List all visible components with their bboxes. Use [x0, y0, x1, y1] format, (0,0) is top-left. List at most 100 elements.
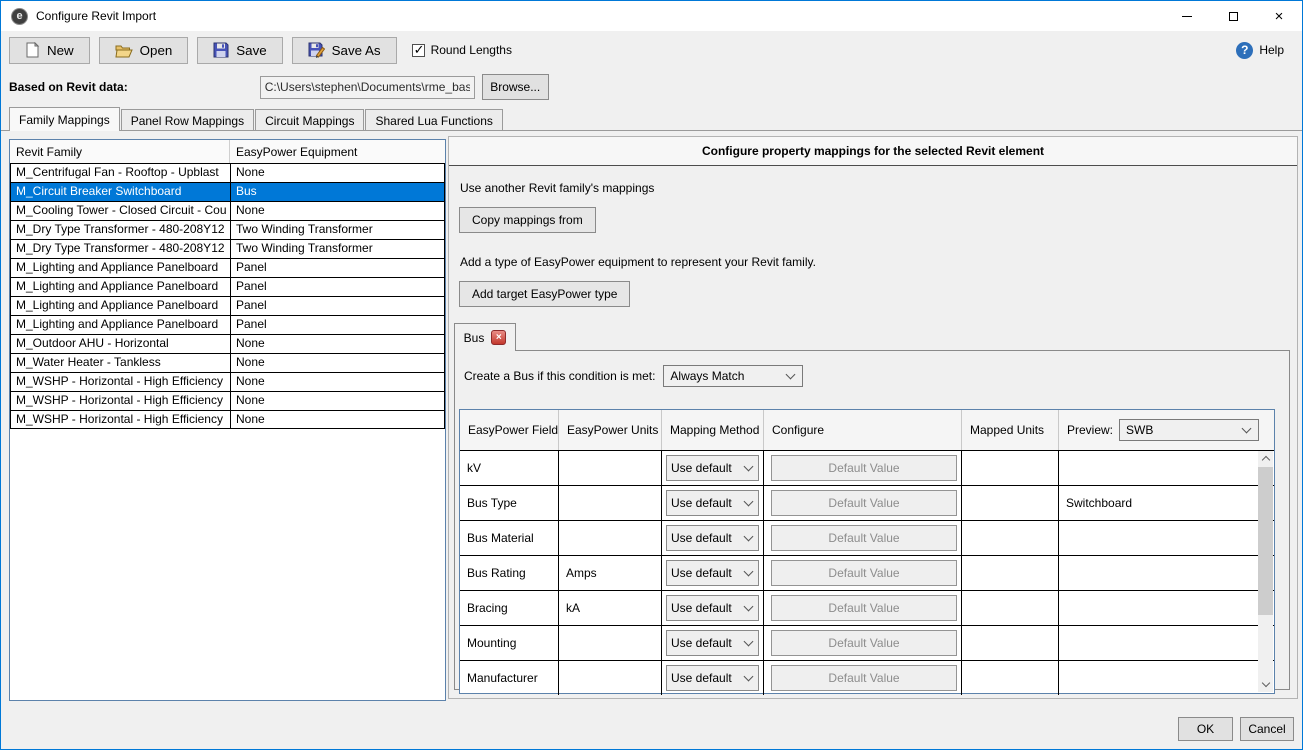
vertical-scrollbar[interactable]: [1258, 451, 1273, 692]
maximize-button[interactable]: [1210, 1, 1256, 31]
chevron-down-icon: [1242, 424, 1252, 434]
revit-data-path-input[interactable]: [260, 76, 475, 99]
tab-circuit-mappings[interactable]: Circuit Mappings: [255, 109, 364, 131]
table-row[interactable]: M_WSHP - Horizontal - High EfficiencyNon…: [10, 410, 445, 429]
table-row[interactable]: M_Dry Type Transformer - 480-208Y12Two W…: [10, 220, 445, 239]
help-button[interactable]: ? Help: [1236, 42, 1284, 59]
chevron-down-icon: [744, 672, 754, 682]
open-button[interactable]: Open: [99, 37, 189, 64]
cancel-button[interactable]: Cancel: [1240, 717, 1294, 741]
table-row[interactable]: M_WSHP - Horizontal - High EfficiencyNon…: [10, 391, 445, 410]
preview-dropdown[interactable]: SWB: [1119, 419, 1259, 441]
mapping-method-dropdown[interactable]: Use default: [666, 455, 759, 481]
chevron-down-icon: [786, 370, 796, 380]
scrollbar-thumb[interactable]: [1258, 467, 1273, 615]
table-row[interactable]: M_Lighting and Appliance PanelboardPanel: [10, 315, 445, 334]
property-mapping-table: EasyPower Field EasyPower Units Mapping …: [459, 409, 1275, 694]
condition-label: Create a Bus if this condition is met:: [464, 369, 655, 383]
mapping-method-dropdown[interactable]: Use default: [666, 525, 759, 551]
toolbar: New Open Save Save As ✓ Round Lengths ? …: [1, 31, 1302, 69]
revit-data-row: Based on Revit data: Browse...: [1, 69, 1302, 105]
scroll-up-button[interactable]: [1258, 451, 1273, 466]
table-row[interactable]: M_Cooling Tower - Closed Circuit - CouNo…: [10, 201, 445, 220]
mapping-method-dropdown[interactable]: Use default: [666, 560, 759, 586]
default-value-button: Default Value: [771, 630, 957, 656]
bus-tab-label: Bus: [464, 331, 485, 345]
chevron-down-icon: [1261, 679, 1269, 687]
chevron-up-icon: [1261, 456, 1269, 464]
column-header-revit-family[interactable]: Revit Family: [10, 140, 230, 163]
configure-revit-import-window: e Configure Revit Import × New Open Save…: [0, 0, 1303, 750]
use-another-mappings-text: Use another Revit family's mappings: [460, 181, 654, 195]
open-folder-icon: [115, 43, 133, 58]
default-value-button: Default Value: [771, 490, 957, 516]
minimize-icon: [1182, 16, 1192, 17]
column-header-easypower-equipment[interactable]: EasyPower Equipment: [230, 140, 445, 163]
default-value-button: Default Value: [771, 665, 957, 691]
table-row[interactable]: M_Centrifugal Fan - Rooftop - UpblastNon…: [10, 163, 445, 182]
new-button[interactable]: New: [9, 37, 90, 64]
mapping-row-bracing: Bracing kA Use default Default Value: [460, 590, 1274, 625]
help-label: Help: [1259, 43, 1284, 57]
mapping-method-dropdown[interactable]: Use default: [666, 490, 759, 516]
chevron-down-icon: [744, 567, 754, 577]
minimize-button[interactable]: [1164, 1, 1210, 31]
default-value-button: Default Value: [771, 525, 957, 551]
chevron-down-icon: [744, 532, 754, 542]
save-button[interactable]: Save: [197, 37, 282, 64]
browse-button[interactable]: Browse...: [482, 74, 549, 100]
table-row-selected[interactable]: M_Circuit Breaker SwitchboardBus: [10, 182, 445, 201]
table-row[interactable]: M_Water Heater - TanklessNone: [10, 353, 445, 372]
save-as-button[interactable]: Save As: [292, 37, 397, 64]
property-mappings-groupbox: Configure property mappings for the sele…: [448, 136, 1298, 699]
new-document-icon: [25, 42, 40, 58]
table-row[interactable]: M_Lighting and Appliance PanelboardPanel: [10, 296, 445, 315]
bus-tab-content: Create a Bus if this condition is met: A…: [454, 350, 1290, 690]
family-mappings-panel: Revit Family EasyPower Equipment M_Centr…: [1, 130, 1302, 701]
titlebar: e Configure Revit Import ×: [1, 1, 1302, 31]
add-equipment-type-text: Add a type of EasyPower equipment to rep…: [460, 255, 816, 269]
tab-family-mappings[interactable]: Family Mappings: [9, 107, 120, 131]
add-target-easypower-type-button[interactable]: Add target EasyPower type: [459, 281, 630, 307]
copy-mappings-from-button[interactable]: Copy mappings from: [459, 207, 596, 233]
main-tabstrip: Family Mappings Panel Row Mappings Circu…: [1, 105, 1302, 131]
scroll-down-button[interactable]: [1258, 677, 1273, 692]
mapping-method-dropdown[interactable]: Use default: [666, 595, 759, 621]
table-row[interactable]: M_Outdoor AHU - HorizontalNone: [10, 334, 445, 353]
table-row[interactable]: M_Dry Type Transformer - 480-208Y12Two W…: [10, 239, 445, 258]
tab-shared-lua-functions[interactable]: Shared Lua Functions: [365, 109, 502, 131]
close-tab-icon[interactable]: ×: [491, 330, 506, 345]
save-icon: [213, 42, 229, 58]
round-lengths-checkbox[interactable]: ✓ Round Lengths: [412, 43, 512, 57]
checkmark-icon: ✓: [414, 42, 425, 58]
mapping-method-dropdown[interactable]: Use default: [666, 630, 759, 656]
maximize-icon: [1229, 12, 1238, 21]
ok-button[interactable]: OK: [1178, 717, 1233, 741]
tab-panel-row-mappings[interactable]: Panel Row Mappings: [121, 109, 254, 131]
column-header-easypower-units: EasyPower Units: [559, 410, 662, 450]
mapping-row-bus-type: Bus Type Use default Default Value Switc…: [460, 485, 1274, 520]
mapping-row-bus-rating: Bus Rating Amps Use default Default Valu…: [460, 555, 1274, 590]
round-lengths-label: Round Lengths: [431, 43, 512, 57]
mapping-row-mounting: Mounting Use default Default Value: [460, 625, 1274, 660]
table-row[interactable]: M_Lighting and Appliance PanelboardPanel: [10, 277, 445, 296]
window-title: Configure Revit Import: [36, 9, 156, 23]
checkbox-box: ✓: [412, 44, 425, 57]
chevron-down-icon: [744, 637, 754, 647]
preview-label: Preview:: [1067, 423, 1113, 437]
default-value-button: Default Value: [771, 455, 957, 481]
close-button[interactable]: ×: [1256, 1, 1302, 31]
mapping-table-header: EasyPower Field EasyPower Units Mapping …: [460, 410, 1274, 450]
save-as-icon: [308, 42, 325, 58]
mapping-row-bus-material: Bus Material Use default Default Value: [460, 520, 1274, 555]
column-header-easypower-field: EasyPower Field: [460, 410, 559, 450]
mapping-method-dropdown[interactable]: Use default: [666, 665, 759, 691]
tab-bus[interactable]: Bus ×: [454, 323, 516, 351]
table-row[interactable]: M_WSHP - Horizontal - High EfficiencyNon…: [10, 372, 445, 391]
condition-dropdown[interactable]: Always Match: [663, 365, 803, 387]
table-row[interactable]: M_Lighting and Appliance PanelboardPanel: [10, 258, 445, 277]
groupbox-header: Configure property mappings for the sele…: [449, 137, 1297, 166]
chevron-down-icon: [744, 462, 754, 472]
app-icon: e: [11, 8, 28, 25]
mapping-row-kv: kV Use default Default Value: [460, 450, 1274, 485]
